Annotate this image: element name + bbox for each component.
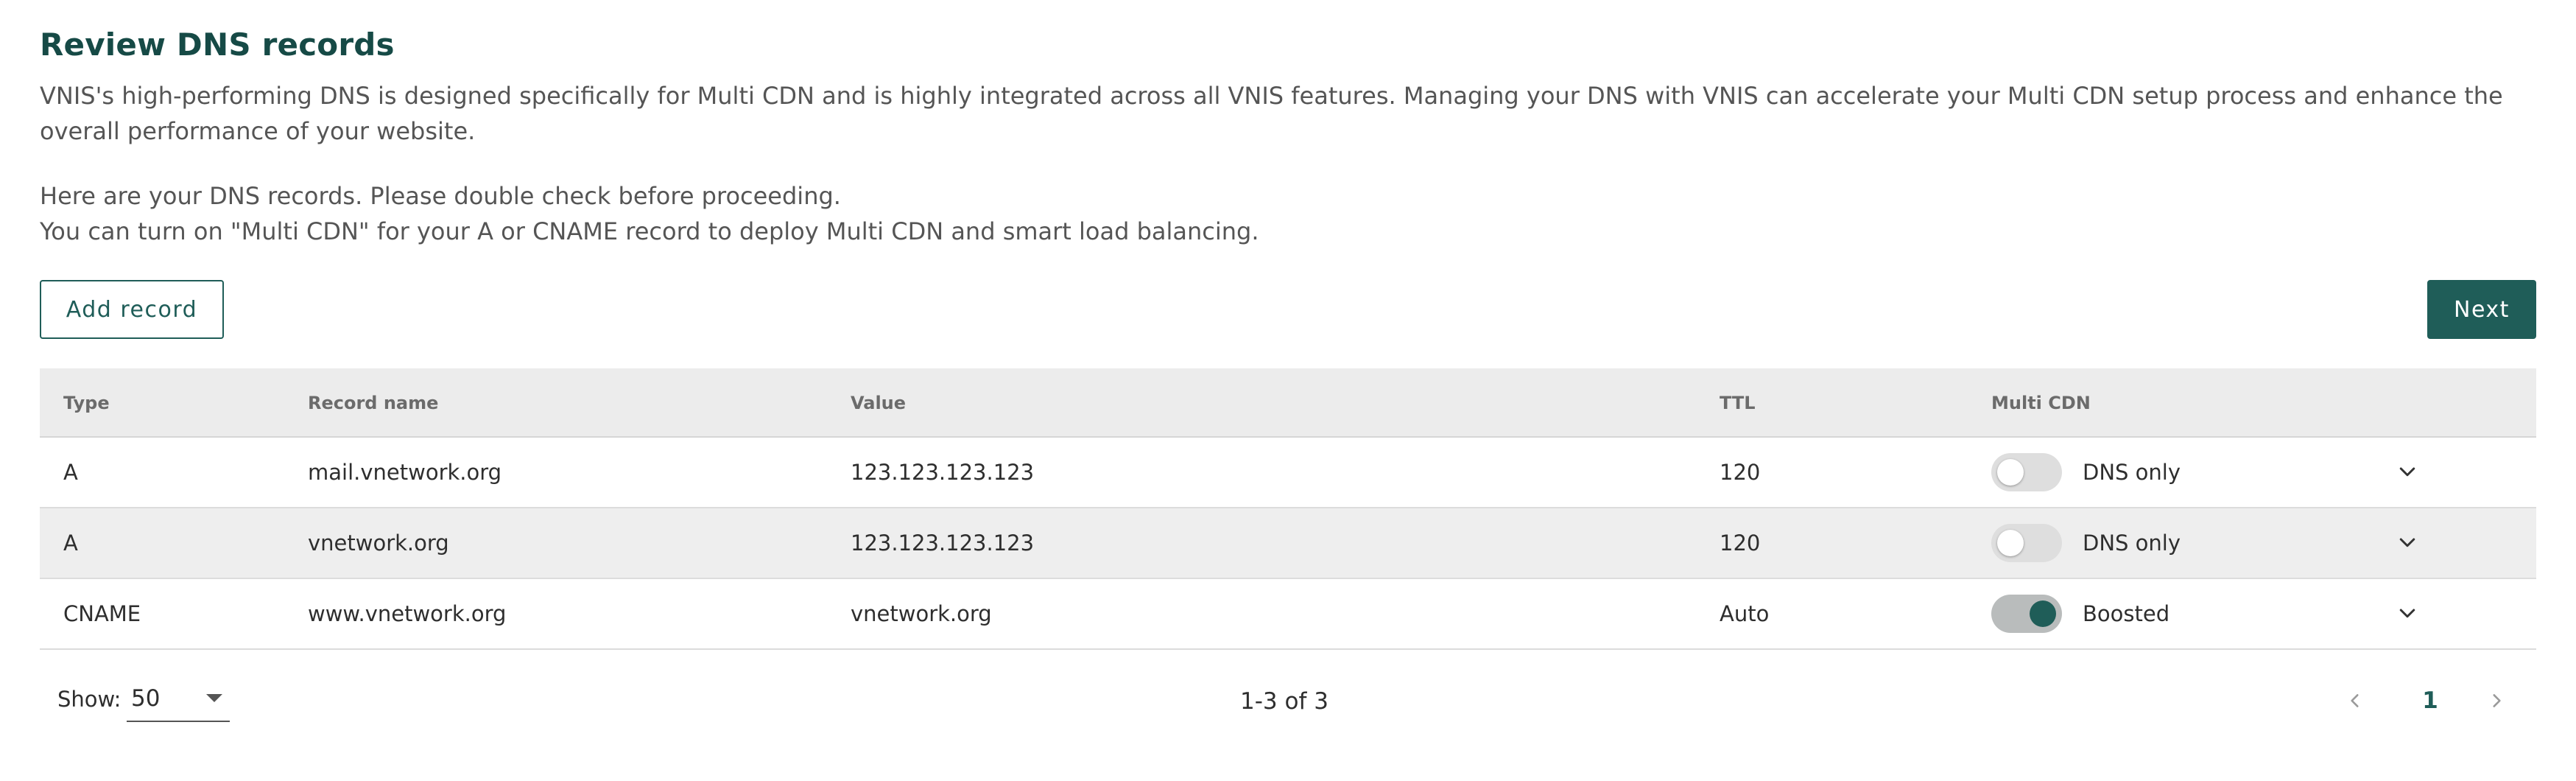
record-ttl: 120 (1720, 530, 1761, 556)
instruction-line-2: You can turn on "Multi CDN" for your A o… (40, 217, 1259, 245)
record-name: vnetwork.org (308, 530, 449, 556)
multi-cdn-cell: DNS only (1991, 508, 2181, 578)
chevron-down-icon[interactable] (2396, 508, 2418, 578)
record-type: A (63, 530, 78, 556)
instruction-line-1: Here are your DNS records. Please double… (40, 182, 841, 210)
record-ttl: 120 (1720, 460, 1761, 485)
record-name: www.vnetwork.org (308, 601, 507, 626)
chevron-down-icon[interactable] (2396, 579, 2418, 648)
multi-cdn-toggle[interactable] (1991, 524, 2062, 562)
multi-cdn-toggle[interactable] (1991, 595, 2062, 633)
column-header-ttl: TTL (1720, 393, 1756, 413)
page-title: Review DNS records (40, 27, 395, 63)
multi-cdn-toggle[interactable] (1991, 453, 2062, 491)
record-type: A (63, 460, 78, 485)
record-value: vnetwork.org (851, 601, 992, 626)
column-header-type: Type (63, 393, 110, 413)
table-footer: Show: 50 1-3 of 3 1 (40, 670, 2536, 737)
review-dns-page: Review DNS records VNIS's high-performin… (0, 0, 2576, 781)
chevron-left-icon[interactable] (2340, 684, 2370, 718)
multi-cdn-cell: Boosted (1991, 579, 2169, 648)
column-header-multi-cdn: Multi CDN (1991, 393, 2091, 413)
record-name: mail.vnetwork.org (308, 460, 502, 485)
column-header-value: Value (851, 393, 907, 413)
description-paragraph: VNIS's high-performing DNS is designed s… (40, 82, 2503, 145)
page-number-current[interactable]: 1 (2415, 684, 2445, 718)
page-size-select[interactable]: 50 (127, 678, 230, 722)
dns-records-table: Type Record name Value TTL Multi CDN A m… (40, 368, 2536, 650)
pagination-range: 1-3 of 3 (1240, 688, 1329, 715)
multi-cdn-cell: DNS only (1991, 438, 2181, 507)
page-size-label: Show: (57, 687, 122, 712)
multi-cdn-status: Boosted (2083, 601, 2170, 626)
table-header: Type Record name Value TTL Multi CDN (40, 368, 2536, 438)
table-row: A vnetwork.org 123.123.123.123 120 DNS o… (40, 508, 2536, 579)
toggle-knob (2030, 600, 2056, 627)
caret-down-icon (206, 694, 222, 702)
next-button[interactable]: Next (2427, 280, 2536, 339)
multi-cdn-status: DNS only (2083, 530, 2181, 556)
record-value: 123.123.123.123 (851, 460, 1035, 485)
toggle-knob (1997, 459, 2024, 486)
chevron-down-icon[interactable] (2396, 438, 2418, 507)
column-header-record-name: Record name (308, 393, 439, 413)
record-value: 123.123.123.123 (851, 530, 1035, 556)
toggle-knob (1997, 530, 2024, 556)
record-type: CNAME (63, 601, 141, 626)
page-size-value: 50 (131, 685, 161, 712)
multi-cdn-status: DNS only (2083, 460, 2181, 485)
table-row: A mail.vnetwork.org 123.123.123.123 120 … (40, 438, 2536, 508)
table-row: CNAME www.vnetwork.org vnetwork.org Auto… (40, 579, 2536, 650)
record-ttl: Auto (1720, 601, 1770, 626)
add-record-button[interactable]: Add record (40, 280, 224, 339)
chevron-right-icon[interactable] (2482, 684, 2511, 718)
